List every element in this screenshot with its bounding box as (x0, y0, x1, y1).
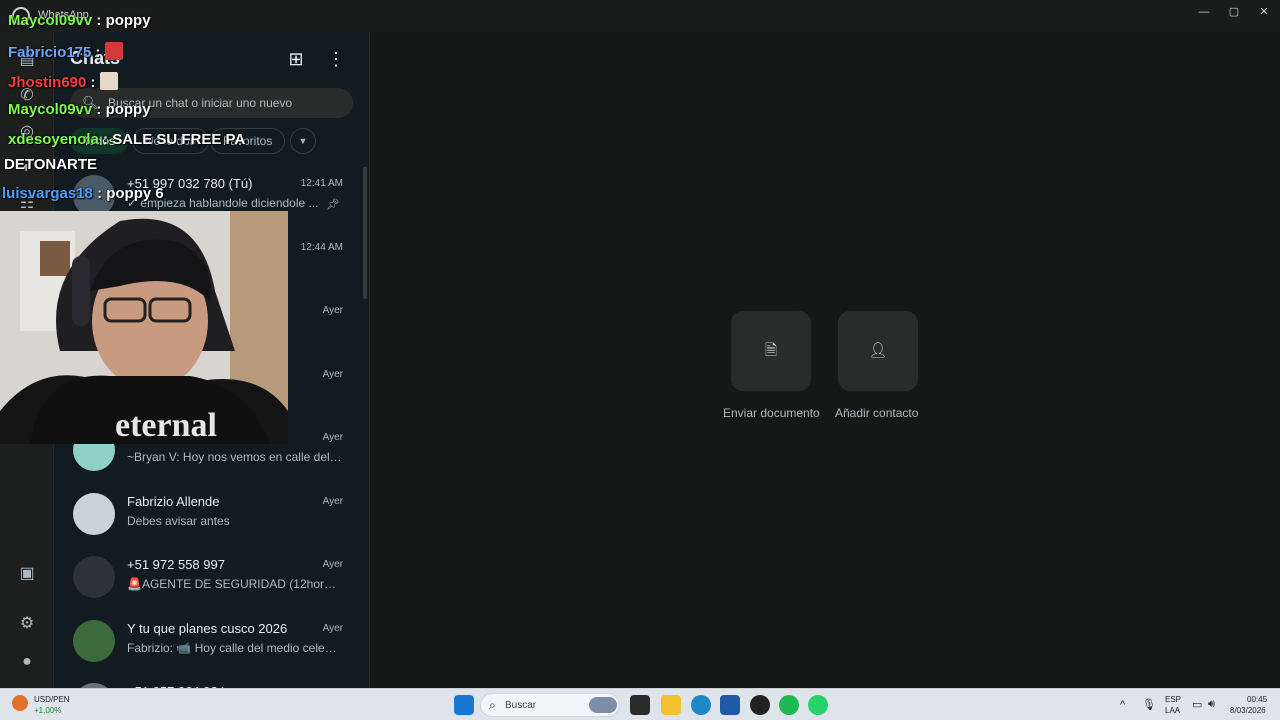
avatar (73, 492, 115, 535)
send-document-button[interactable]: 🗎 (731, 311, 811, 391)
stream-chat-message: Fabricio175 : (8, 42, 123, 61)
emote-icon (99, 72, 118, 90)
menu-icon[interactable]: ⋮ (325, 48, 347, 70)
chat-preview: Debes avisar antes (127, 513, 230, 528)
chat-time: 12:41 AM (300, 178, 343, 189)
svg-text:eternal: eternal (115, 407, 217, 444)
obs-icon[interactable] (750, 695, 770, 715)
maximize-button[interactable]: ▢ (1224, 4, 1244, 20)
language-bottom[interactable]: LAA (1165, 706, 1180, 715)
title-bar: WhatsApp — ▢ ✕ (0, 0, 1280, 32)
chat-time: Ayer (322, 495, 343, 507)
volume-icon[interactable]: 🔊︎ (1208, 698, 1215, 711)
chat-time: Ayer (322, 305, 343, 316)
taskbar-search-label: Buscar (505, 700, 537, 711)
clock-time[interactable]: 00:45 (1247, 695, 1267, 704)
stream-chat-text: : poppy 6 (92, 185, 164, 202)
minimize-button[interactable]: — (1194, 4, 1214, 20)
stream-chat-text: : poppy (92, 101, 151, 118)
chat-row[interactable]: +51 957 964 924 (54, 673, 370, 688)
store-icon[interactable] (720, 695, 740, 715)
send-document-label: Enviar documento (723, 406, 820, 420)
stream-chat-user: Maycol09vv (8, 101, 93, 118)
add-contact-icon: 👤︎ (868, 342, 888, 359)
stream-chat-user: Jhostin690 (8, 74, 87, 91)
stream-chat-text: : (86, 74, 100, 91)
taskbar: USD/PEN +1.00% ⌕ Buscar ^ 🎙︎ ESP LAA ▭ 🔊… (0, 688, 1280, 720)
stream-chat-message: Maycol09vv : poppy (8, 101, 151, 118)
spotify-icon[interactable] (779, 695, 799, 715)
tray-chevron-icon[interactable]: ^ (1120, 699, 1125, 711)
stream-chat-text: : (91, 44, 105, 61)
stream-chat-user: luisvargas18 (2, 185, 93, 202)
search-icon: ⌕ (489, 698, 496, 712)
emote-icon (104, 42, 123, 60)
close-button[interactable]: ✕ (1254, 4, 1274, 20)
chat-row[interactable]: Y tu que planes cusco 2026 Fabrizio: 📹 Ho… (54, 610, 370, 673)
stream-chat-text: DETONARTE (4, 156, 98, 173)
main-area: 🗎 👤︎ Enviar documento Añadir contacto (370, 32, 1280, 688)
chat-name: +51 972 558 997 (127, 557, 225, 572)
file-explorer-icon[interactable] (661, 695, 681, 715)
clock-date[interactable]: 8/03/2026 (1230, 706, 1266, 715)
whatsapp-taskbar-icon[interactable] (808, 695, 828, 715)
settings-icon[interactable]: ⚙ (17, 614, 37, 634)
chat-time: Ayer (322, 559, 343, 570)
chat-preview: Fabrizio: 📹 Hoy calle del medio celebr..… (127, 640, 342, 655)
start-icon[interactable] (454, 695, 474, 715)
stream-chat-message: luisvargas18 : poppy 6 (2, 185, 164, 202)
chat-time: 12:44 AM (300, 241, 343, 253)
avatar (73, 556, 115, 598)
add-contact-button[interactable]: 👤︎ (838, 311, 918, 391)
profile-icon[interactable]: ● (17, 652, 37, 672)
chat-preview: 🚨AGENTE DE SEGURIDAD (12horas) ... (127, 577, 342, 591)
network-icon[interactable]: ▭ (1192, 698, 1202, 711)
webcam-overlay: eternal (0, 211, 288, 444)
chat-row[interactable]: Fabrizio Allende Debes avisar antes Ayer (54, 483, 370, 546)
chat-list-scrollbar[interactable] (363, 167, 367, 299)
stream-chat-message: xdesoyenola : SALE SU FREE PA (8, 131, 245, 148)
stream-chat-message: Jhostin690 : (8, 72, 118, 91)
document-icon: 🗎 (764, 342, 778, 359)
chat-preview: ~Bryan V: Hoy nos vemos en calle del ... (127, 450, 342, 464)
chat-time: Ayer (322, 622, 343, 634)
widget-value: +1.00% (34, 706, 62, 715)
taskbar-search[interactable]: ⌕ Buscar (480, 693, 620, 717)
chat-time: Ayer (322, 368, 343, 380)
widget-label: USD/PEN (34, 695, 70, 704)
stream-chat-text: : poppy (92, 12, 151, 29)
stream-chat-user: Fabricio175 (8, 44, 92, 61)
chat-name: Fabrizio Allende (127, 493, 220, 509)
chat-time: Ayer (322, 432, 343, 443)
add-contact-label: Añadir contacto (835, 406, 919, 420)
whatsapp-window: WhatsApp — ▢ ✕ ▤ ✆ ◎ ◐ ☷ ▣ ⚙ ● Chats ⊞ ⋮… (0, 0, 1280, 688)
microphone-icon[interactable]: 🎙︎ (1142, 698, 1156, 711)
task-view-icon[interactable] (630, 695, 650, 715)
chat-row[interactable]: +51 972 558 997 🚨AGENTE DE SEGURIDAD (12h… (54, 546, 370, 609)
stream-chat-message: Maycol09vv : poppy (8, 12, 151, 29)
stream-chat-user: Maycol09vv (8, 12, 93, 29)
chat-name: Y tu que planes cusco 2026 (127, 620, 288, 636)
new-chat-icon[interactable]: ⊞ (285, 48, 307, 70)
stream-chat-user: xdesoyenola (8, 131, 99, 148)
stream-chat-message: DETONARTE (4, 156, 97, 173)
widget-icon[interactable] (12, 695, 28, 711)
edge-icon[interactable] (691, 695, 711, 715)
stream-chat-text: : SALE SU FREE PA (98, 131, 246, 148)
pin-icon: 📌︎ (326, 199, 340, 211)
filter-dropdown-icon[interactable]: ▼ (290, 128, 316, 154)
avatar (73, 619, 115, 662)
media-icon[interactable]: ▣ (17, 564, 37, 584)
language-top[interactable]: ESP (1165, 695, 1181, 704)
search-highlight-icon (589, 697, 617, 713)
